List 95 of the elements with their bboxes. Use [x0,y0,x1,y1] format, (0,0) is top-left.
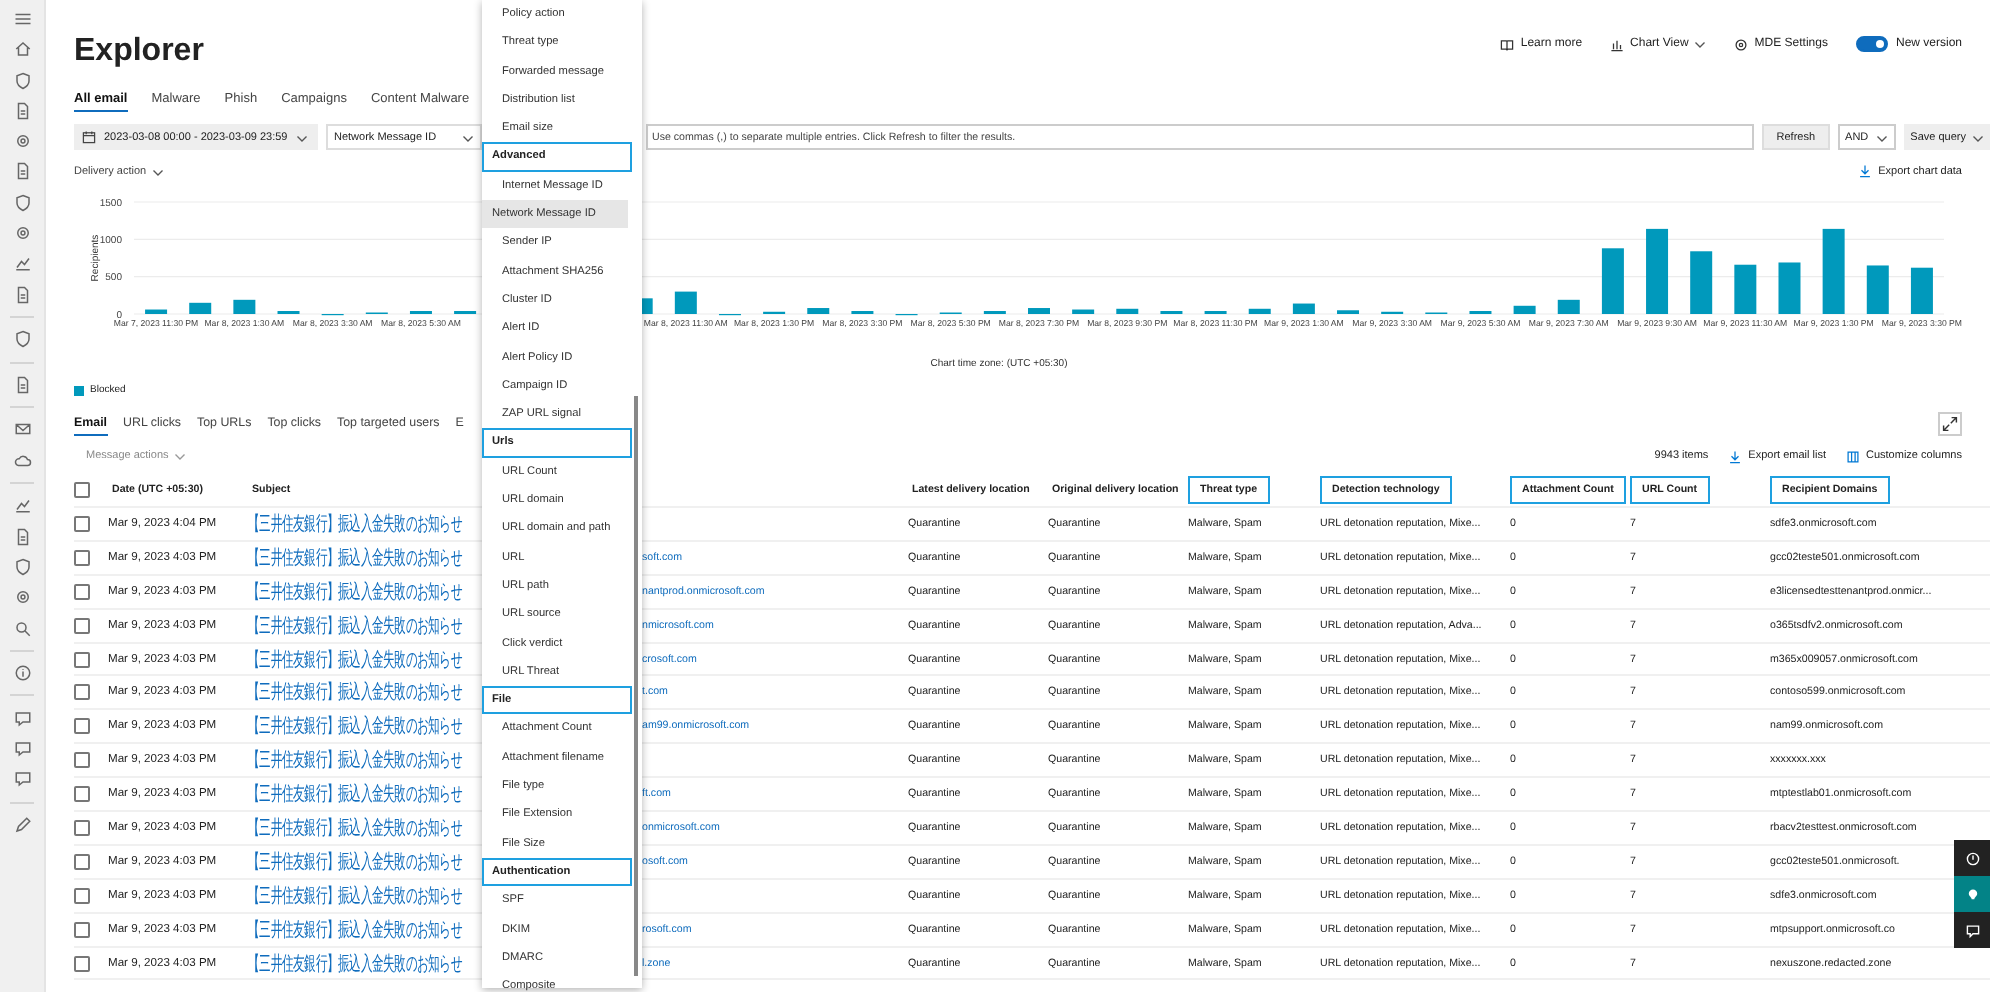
download-icon [1728,449,1743,463]
row-checkbox[interactable] [74,921,90,938]
columns-icon [1846,449,1860,463]
chart-bar [1513,305,1536,314]
row-checkbox[interactable] [74,887,90,904]
calendar-icon [82,130,96,144]
chart-bar [1822,228,1845,314]
row-checkbox[interactable] [74,617,90,634]
chart-bar [1646,228,1669,314]
row-checkbox[interactable] [74,718,90,735]
chevron-icon [152,165,165,177]
row-checkbox[interactable] [74,515,90,532]
settings-icon [1734,37,1749,51]
scrollbar[interactable] [634,396,638,976]
row-checkbox[interactable] [74,955,90,972]
bulb-icon [1965,887,1979,901]
row-checkbox[interactable] [74,549,90,566]
subject-link[interactable]: 【三井住友銀行】振込入金失敗のお知らせ [248,915,462,944]
expand-icon [1942,415,1958,431]
row-checkbox[interactable] [74,786,90,803]
chevron-icon [1694,38,1707,50]
subject-link[interactable]: 【三井住友銀行】振込入金失敗のお知らせ [248,509,462,538]
chart-bar [233,299,256,314]
chart-bar [1734,264,1757,314]
search-icon[interactable] [13,619,31,638]
chart-bar [145,309,168,314]
feedback-button[interactable] [1954,912,1990,948]
document-icon[interactable] [13,285,31,304]
document-icon[interactable] [13,101,31,120]
bar-chart-icon [1610,37,1625,51]
subject-link[interactable]: 【三井住友銀行】振込入金失敗のお知らせ [248,611,462,640]
pencil-icon[interactable] [13,815,31,834]
subject-link[interactable]: 【三井住友銀行】振込入金失敗のお知らせ [248,780,462,809]
chevron-icon [1876,131,1889,143]
subject-link[interactable]: 【三井住友銀行】振込入金失敗のお知らせ [248,543,462,572]
download-icon [1858,164,1873,178]
guide-button[interactable] [1954,876,1990,912]
shield-icon[interactable] [13,557,31,576]
document-icon[interactable] [13,527,31,546]
document-icon[interactable] [13,162,31,181]
chart-bar [1557,299,1580,314]
shield-icon[interactable] [13,330,31,349]
settings-icon[interactable] [13,132,31,151]
chevron-icon [295,131,308,143]
page-title: Explorer [74,34,204,70]
chart-icon[interactable] [13,254,31,273]
subject-link[interactable]: 【三井住友銀行】振込入金失敗のお知らせ [248,746,462,775]
cloud-icon[interactable] [13,451,31,470]
row-checkbox[interactable] [74,752,90,769]
select-all-checkbox[interactable] [74,482,90,498]
subject-link[interactable]: 【三井住友銀行】振込入金失敗のお知らせ [248,949,462,978]
chart-bar [1248,308,1271,314]
chevron-icon [1972,131,1984,143]
row-checkbox[interactable] [74,819,90,836]
chart-bar [1866,265,1889,314]
row-checkbox[interactable] [74,651,90,667]
help-button[interactable] [1954,840,1990,876]
chart-bar [1116,308,1139,314]
book-icon [1500,37,1515,51]
chart-bar [1690,251,1713,314]
shield-icon[interactable] [13,71,31,90]
chart-bar [1601,248,1624,314]
chart-bar [1778,262,1801,314]
version-toggle[interactable] [1855,36,1888,52]
settings-icon[interactable] [13,588,31,607]
subject-link[interactable]: 【三井住友銀行】振込入金失敗のお知らせ [248,712,462,741]
subject-link[interactable]: 【三井住友銀行】振込入金失敗のお知らせ [248,577,462,606]
chart-bar [189,302,212,314]
chevron-icon [462,131,474,143]
row-checkbox[interactable] [74,853,90,870]
expand-button[interactable] [1938,411,1962,435]
row-checkbox[interactable] [74,583,90,600]
chart-bar [1292,303,1315,314]
mail-icon[interactable] [13,420,31,439]
chevron-icon [174,450,187,462]
chart-bar [807,308,830,314]
subject-link[interactable]: 【三井住友銀行】振込入金失敗のお知らせ [248,678,462,707]
alert-icon [1965,851,1979,865]
subject-link[interactable]: 【三井住友銀行】振込入金失敗のお知らせ [248,813,462,842]
chart-bar [1028,308,1050,314]
chart-bar [1072,309,1095,314]
row-checkbox[interactable] [74,684,90,701]
chart-bar [1910,267,1933,314]
subject-link[interactable]: 【三井住友銀行】振込入金失敗のお知らせ [248,645,462,673]
shield-icon[interactable] [13,193,31,212]
chat-icon [1965,923,1979,937]
subject-link[interactable]: 【三井住友銀行】振込入金失敗のお知らせ [248,847,462,876]
info-icon[interactable] [13,664,31,683]
settings-icon[interactable] [13,224,31,243]
document-icon[interactable] [13,375,31,394]
menu-icon[interactable] [13,10,31,28]
subject-link[interactable]: 【三井住友銀行】振込入金失敗のお知らせ [248,881,462,910]
home-icon[interactable] [13,40,31,59]
chart-bar [674,291,697,314]
chart-icon[interactable] [13,496,31,515]
